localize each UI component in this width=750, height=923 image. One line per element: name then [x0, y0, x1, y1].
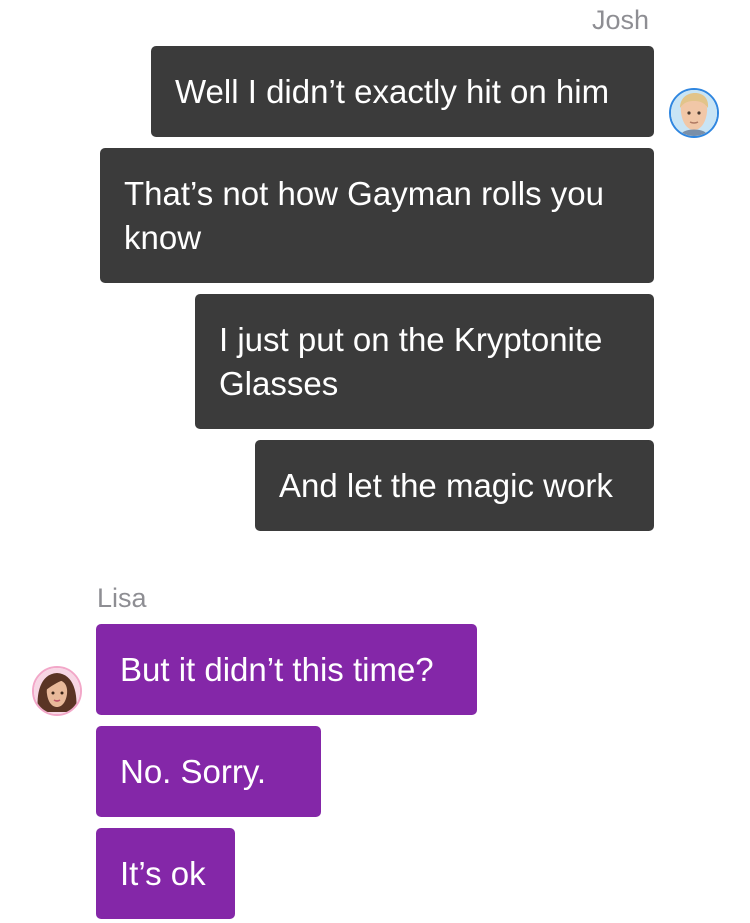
sender-name-josh: Josh [592, 5, 650, 35]
message-text: It’s ok [120, 855, 206, 892]
message-text: That’s not how Gayman rolls you [124, 175, 604, 212]
message-text: Well I didn’t exactly hit on him [175, 73, 610, 110]
message-text: Glasses [219, 365, 339, 402]
sender-name-lisa: Lisa [97, 583, 147, 613]
message-text: But it didn’t this time? [120, 651, 434, 688]
message-text: know [124, 219, 202, 256]
message-text: I just put on the Kryptonite [219, 321, 603, 358]
message-bubble-outgoing[interactable]: Well I didn’t exactly hit on him [151, 46, 654, 137]
message-bubble-outgoing[interactable]: That’s not how Gayman rolls you know [100, 148, 654, 283]
message-bubble-outgoing[interactable]: And let the magic work [255, 440, 654, 531]
message-bubble-incoming[interactable]: No. Sorry. [96, 726, 321, 817]
message-bubble-incoming[interactable]: But it didn’t this time? [96, 624, 477, 715]
josh-avatar-icon[interactable] [669, 88, 719, 138]
message-text: And let the magic work [279, 467, 613, 504]
message-bubble-incoming[interactable]: It’s ok [96, 828, 235, 919]
message-bubble-outgoing[interactable]: I just put on the Kryptonite Glasses [195, 294, 654, 429]
message-text: No. Sorry. [120, 753, 267, 790]
lisa-avatar-icon[interactable] [32, 666, 82, 716]
